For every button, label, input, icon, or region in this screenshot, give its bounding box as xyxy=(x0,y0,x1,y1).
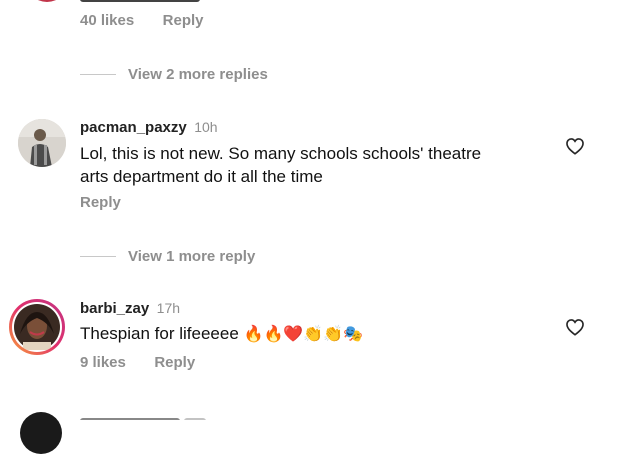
comment-text-body: Thespian for lifeeeee xyxy=(80,324,239,343)
heart-outline-icon xyxy=(566,138,584,155)
comment-header: barbi_zay 17h xyxy=(80,300,180,318)
likes-count[interactable]: 9 likes xyxy=(80,354,126,371)
comment-text: Lol, this is not new. So many schools sc… xyxy=(80,142,560,188)
username[interactable]: barbi_zay xyxy=(80,300,149,317)
bottom-comment-header-partial xyxy=(80,413,210,420)
comment-time: 17h xyxy=(156,300,181,316)
avatar[interactable] xyxy=(18,119,66,167)
comment-emojis: 🔥🔥❤️👏👏🎭 xyxy=(243,324,364,343)
top-avatar-partial[interactable] xyxy=(26,0,68,2)
view-more-replies-label: View 2 more replies xyxy=(128,65,268,83)
top-comment-actions: 40 likes Reply xyxy=(80,12,204,32)
avatar-story-ring[interactable] xyxy=(9,299,65,355)
view-more-replies[interactable]: View 2 more replies xyxy=(80,64,268,84)
comment-text-line: arts department do it all the time xyxy=(80,167,323,186)
avatar-image xyxy=(18,119,66,167)
reply-button[interactable]: Reply xyxy=(154,354,195,371)
top-comment-text-partial xyxy=(80,0,210,6)
reply-line xyxy=(80,255,116,257)
comment-actions: Reply xyxy=(80,194,121,212)
reply-button[interactable]: Reply xyxy=(80,194,121,211)
reply-line xyxy=(80,73,116,75)
view-more-replies-label: View 1 more reply xyxy=(128,247,256,265)
view-more-replies[interactable]: View 1 more reply xyxy=(80,246,255,266)
avatar xyxy=(12,302,62,352)
likes-count[interactable]: 40 likes xyxy=(80,12,134,29)
comment-text: Thespian for lifeeeee 🔥🔥❤️👏👏🎭 xyxy=(80,322,363,345)
heart-outline-icon xyxy=(566,319,584,336)
comment-header: pacman_paxzy 10h xyxy=(80,119,218,137)
comment-actions: 9 likes Reply xyxy=(80,354,195,372)
avatar-image xyxy=(14,304,60,350)
like-button[interactable] xyxy=(565,137,585,155)
comment-time: 10h xyxy=(194,119,218,135)
username[interactable]: pacman_paxzy xyxy=(80,119,187,136)
like-button[interactable] xyxy=(565,318,585,336)
reply-button[interactable]: Reply xyxy=(163,12,204,29)
comment-text-line: Lol, this is not new. So many schools sc… xyxy=(80,144,482,163)
bottom-avatar-partial[interactable] xyxy=(20,412,62,454)
